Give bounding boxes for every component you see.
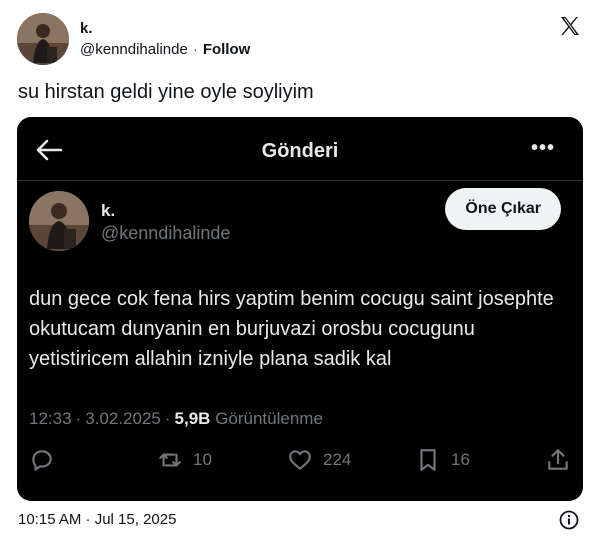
follow-button[interactable]: Follow xyxy=(203,41,251,58)
reply-icon xyxy=(32,450,52,471)
meta-separator: · xyxy=(75,409,82,428)
like-count: 224 xyxy=(323,450,352,469)
inner-post-text: dun gece cok fena hirs yaptim benim cocu… xyxy=(29,288,554,370)
inner-author-name[interactable]: k. xyxy=(101,201,115,221)
share-button[interactable] xyxy=(545,447,571,473)
reply-button[interactable] xyxy=(29,447,55,473)
embedded-post-card[interactable]: Gönderi ••• k. @kenndihalinde Öne Çıkar … xyxy=(17,117,583,501)
post-time[interactable]: 12:33 xyxy=(29,409,72,428)
retweet-button[interactable]: 10 xyxy=(157,447,212,473)
views-label: Görüntülenme xyxy=(215,409,323,428)
x-logo-icon[interactable] xyxy=(558,14,582,38)
avatar-image xyxy=(29,191,89,251)
card-title: Gönderi xyxy=(261,140,339,162)
separator-dot: · xyxy=(192,41,198,58)
outer-author-name[interactable]: k. xyxy=(80,20,93,37)
like-icon xyxy=(289,450,311,470)
more-icon[interactable]: ••• xyxy=(531,138,555,158)
highlight-button[interactable]: Öne Çıkar xyxy=(445,188,561,230)
outer-tweet-text: su hirstan geldi yine oyle soyliyim xyxy=(18,81,314,103)
info-icon[interactable] xyxy=(559,510,579,530)
card-header: Gönderi ••• xyxy=(17,117,583,181)
meta-separator: · xyxy=(164,409,171,428)
avatar-image xyxy=(17,13,69,65)
retweet-count: 10 xyxy=(193,450,212,469)
action-bar: 10 224 16 xyxy=(17,447,583,477)
bookmark-button[interactable]: 16 xyxy=(415,447,470,473)
post-meta: 12:33 · 3.02.2025 · 5,9B Görüntülenme xyxy=(29,409,323,429)
outer-author-handle[interactable]: @kenndihalinde xyxy=(80,41,188,58)
inner-author-handle[interactable]: @kenndihalinde xyxy=(101,223,230,244)
views-count: 5,9B xyxy=(174,409,211,428)
like-button[interactable]: 224 xyxy=(287,447,351,473)
bookmark-count: 16 xyxy=(451,450,470,469)
tweet-timestamp[interactable]: 10:15 AM · Jul 15, 2025 xyxy=(18,511,176,528)
share-icon xyxy=(548,449,568,470)
outer-handle-row: @kenndihalinde · Follow xyxy=(80,41,250,58)
inner-avatar[interactable] xyxy=(29,191,89,251)
retweet-icon xyxy=(159,453,181,467)
post-date[interactable]: 3.02.2025 xyxy=(85,409,161,428)
outer-avatar[interactable] xyxy=(17,13,69,65)
bookmark-icon xyxy=(420,449,436,471)
